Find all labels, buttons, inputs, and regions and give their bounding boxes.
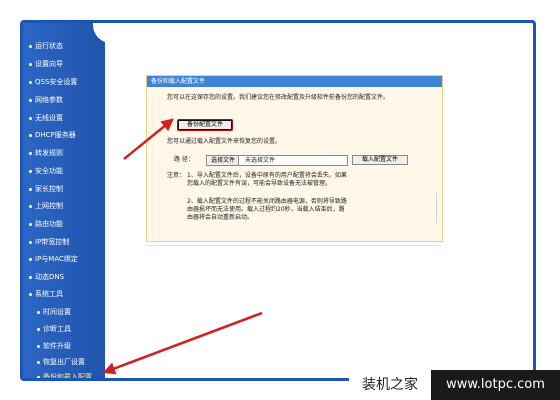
watermark-brand: 装机之家 [349,370,431,400]
arrow-to-backup-menu [102,311,263,375]
annotation-arrows [102,118,263,375]
arrow-to-backup-button [123,118,174,160]
watermark-url: www.lotpc.com [431,370,560,400]
site-watermark: 装机之家 www.lotpc.com [349,370,560,400]
